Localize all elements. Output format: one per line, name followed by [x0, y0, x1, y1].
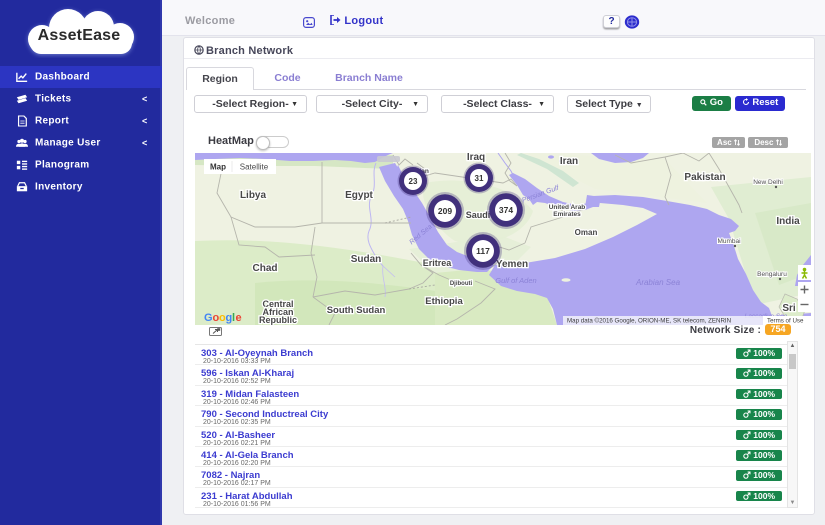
svg-text:374: 374 [499, 205, 513, 215]
svg-text:Yemen: Yemen [496, 259, 528, 270]
svg-text:Map data ©2016 Google, ORION-M: Map data ©2016 Google, ORION-ME, SK tele… [567, 318, 731, 325]
svg-text:Pakistan: Pakistan [684, 172, 725, 183]
svg-text:Chad: Chad [253, 263, 278, 274]
svg-text:Saudi: Saudi [466, 210, 491, 220]
svg-text:Map: Map [210, 163, 226, 172]
svg-text:209: 209 [438, 206, 452, 216]
svg-text:Egypt: Egypt [345, 190, 373, 201]
svg-text:United Arab: United Arab [549, 204, 586, 211]
svg-text:23: 23 [409, 177, 418, 186]
svg-text:Gulf of Aden: Gulf of Aden [495, 276, 536, 285]
svg-text:Ethiopia: Ethiopia [425, 296, 463, 307]
svg-text:Bengaluru: Bengaluru [757, 271, 787, 278]
svg-text:Oman: Oman [575, 228, 598, 237]
svg-text:117: 117 [476, 246, 490, 256]
svg-text:Sudan: Sudan [351, 254, 382, 265]
svg-text:G: G [204, 312, 213, 324]
svg-text:Djibouti: Djibouti [450, 281, 473, 287]
svg-text:South Sudan: South Sudan [327, 305, 386, 316]
svg-text:e: e [236, 312, 242, 324]
svg-text:New Delhi: New Delhi [753, 179, 783, 186]
svg-text:Emirates: Emirates [553, 211, 581, 218]
svg-text:Mumbai: Mumbai [717, 238, 740, 245]
svg-text:Libya: Libya [240, 190, 267, 201]
svg-text:31: 31 [475, 174, 484, 183]
svg-text:Republic: Republic [259, 315, 297, 325]
svg-text:India: India [776, 216, 800, 227]
svg-text:Satellite: Satellite [240, 163, 269, 172]
svg-text:Arabian Sea: Arabian Sea [635, 278, 681, 287]
svg-text:Iraq: Iraq [467, 153, 485, 163]
svg-text:Iran: Iran [560, 156, 578, 167]
svg-text:Eritrea: Eritrea [423, 258, 453, 268]
